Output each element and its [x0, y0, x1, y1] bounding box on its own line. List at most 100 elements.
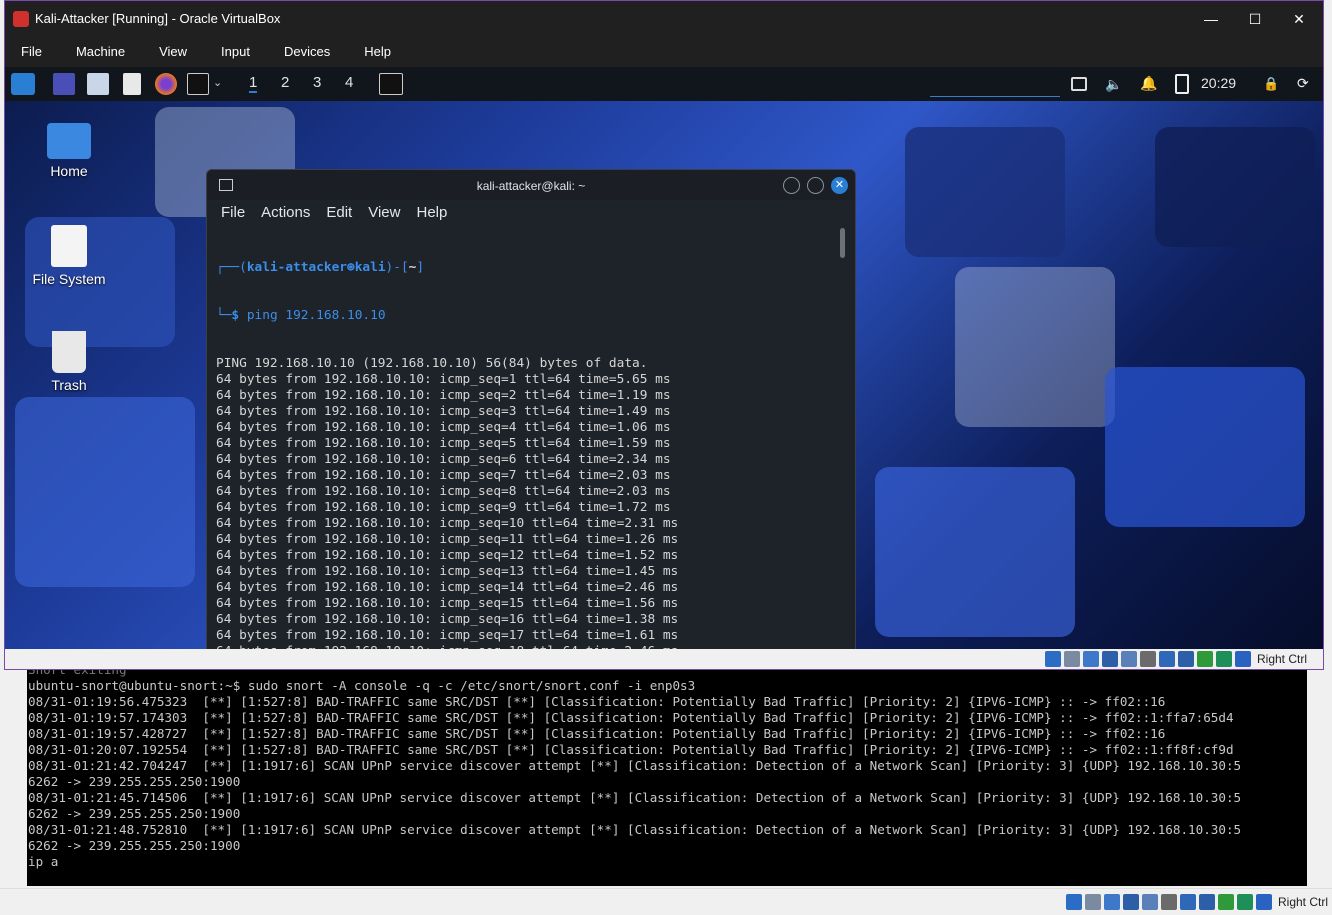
maximize-button[interactable]: ☐: [1233, 7, 1277, 31]
mouse-integration-icon[interactable]: [1216, 651, 1232, 667]
kali-desktop[interactable]: ⌄ 1 2 3 4 🔈 🔔 20:29 🔒 ⟳ Home File System: [5, 67, 1323, 649]
prompt-at: ⊛: [347, 260, 355, 275]
cpu-icon[interactable]: [1197, 651, 1213, 667]
terminal-menu-file[interactable]: File: [221, 204, 245, 221]
snort-console[interactable]: Snort exitingubuntu-snort@ubuntu-snort:~…: [27, 660, 1307, 886]
terminal-line: PING 192.168.10.10 (192.168.10.10) 56(84…: [216, 356, 648, 371]
recording-icon[interactable]: [1199, 894, 1215, 910]
wallpaper-cube: [955, 267, 1115, 427]
kali-menu-icon[interactable]: [11, 73, 35, 95]
terminal-line: 64 bytes from 192.168.10.10: icmp_seq=7 …: [216, 468, 671, 483]
terminal-line: 64 bytes from 192.168.10.10: icmp_seq=13…: [216, 564, 679, 579]
workspace-4[interactable]: 4: [345, 74, 353, 91]
console-line: 08/31-01:20:07.192554 [**] [1:527:8] BAD…: [28, 742, 1234, 757]
firefox-icon[interactable]: [155, 73, 177, 95]
close-button[interactable]: ✕: [1277, 7, 1321, 31]
menu-help[interactable]: Help: [364, 44, 391, 59]
console-line: 6262 -> 239.255.255.250:1900: [28, 838, 241, 853]
terminal-line: 64 bytes from 192.168.10.10: icmp_seq=17…: [216, 628, 679, 643]
menu-view[interactable]: View: [159, 44, 187, 59]
usb-icon[interactable]: [1121, 651, 1137, 667]
hard-disk-icon[interactable]: [1066, 894, 1082, 910]
wallpaper-cube: [875, 467, 1075, 637]
console-line: 08/31-01:21:42.704247 [**] [1:1917:6] SC…: [28, 758, 1242, 773]
workspace-1[interactable]: 1: [249, 74, 258, 93]
chevron-down-icon[interactable]: ⌄: [213, 76, 223, 90]
terminal-menu-help[interactable]: Help: [416, 204, 447, 221]
terminal-maximize-button[interactable]: [807, 177, 824, 194]
network-icon[interactable]: [1102, 651, 1118, 667]
workspace-2[interactable]: 2: [281, 74, 289, 91]
console-line: ip a: [28, 854, 59, 869]
terminal-menu-actions[interactable]: Actions: [261, 204, 310, 221]
audio-icon[interactable]: [1083, 651, 1099, 667]
wallpaper-cube: [1155, 127, 1315, 247]
workspace-3[interactable]: 3: [313, 74, 321, 91]
terminal-menu-view[interactable]: View: [368, 204, 400, 221]
terminal-close-button[interactable]: ✕: [831, 177, 848, 194]
menu-machine[interactable]: Machine: [76, 44, 125, 59]
virtualbox-window: Kali-Attacker [Running] - Oracle Virtual…: [4, 0, 1324, 670]
terminal-output[interactable]: ┌──(kali-attacker⊛kali)-[~] └─$ ping 192…: [216, 228, 836, 649]
display-icon[interactable]: [1159, 651, 1175, 667]
audio-icon[interactable]: [1104, 894, 1120, 910]
wallpaper-cube: [905, 127, 1065, 257]
optical-drive-icon[interactable]: [1085, 894, 1101, 910]
menu-input[interactable]: Input: [221, 44, 250, 59]
minimize-button[interactable]: —: [1189, 7, 1233, 31]
drive-icon: [51, 225, 87, 267]
desktop-icon-label: File System: [32, 271, 106, 287]
terminal-command: ping 192.168.10.10: [246, 308, 386, 323]
vbox-title-bar[interactable]: Kali-Attacker [Running] - Oracle Virtual…: [5, 1, 1323, 35]
terminal-line: 64 bytes from 192.168.10.10: icmp_seq=15…: [216, 596, 679, 611]
display-icon[interactable]: [1180, 894, 1196, 910]
terminal-minimize-button[interactable]: [783, 177, 800, 194]
volume-icon[interactable]: 🔈: [1105, 76, 1122, 92]
desktop-icon-label: Trash: [51, 377, 87, 393]
shared-folders-icon[interactable]: [1161, 894, 1177, 910]
terminal-window[interactable]: kali-attacker@kali: ~ ✕ File Actions Edi…: [206, 169, 856, 649]
desktop-icon-home[interactable]: Home: [19, 123, 119, 179]
terminal-line: 64 bytes from 192.168.10.10: icmp_seq=9 …: [216, 500, 671, 515]
battery-icon[interactable]: [1175, 74, 1189, 94]
file-manager-icon[interactable]: [87, 73, 109, 95]
logout-icon[interactable]: ⟳: [1297, 75, 1313, 91]
lock-screen-icon[interactable]: 🔒: [1263, 76, 1279, 92]
notification-bell-icon[interactable]: 🔔: [1140, 75, 1157, 91]
vbox-menu-bar: File Machine View Input Devices Help: [5, 35, 1323, 67]
console-line: 08/31-01:19:56.475323 [**] [1:527:8] BAD…: [28, 694, 1166, 709]
cpu-icon[interactable]: [1218, 894, 1234, 910]
mouse-integration-icon[interactable]: [1237, 894, 1253, 910]
terminal-launcher-icon[interactable]: [187, 73, 209, 95]
terminal-title-bar[interactable]: kali-attacker@kali: ~ ✕: [207, 170, 855, 200]
usb-icon[interactable]: [1142, 894, 1158, 910]
keyboard-capture-icon[interactable]: [1256, 894, 1272, 910]
network-icon[interactable]: [1123, 894, 1139, 910]
cpu-graph-icon: [930, 85, 1060, 97]
panel-clock[interactable]: 20:29: [1201, 75, 1236, 91]
terminal-scrollbar[interactable]: [840, 228, 845, 258]
show-desktop-icon[interactable]: [53, 73, 75, 95]
virtualbox-logo-icon: [13, 11, 29, 27]
hard-disk-icon[interactable]: [1045, 651, 1061, 667]
text-editor-icon[interactable]: [123, 73, 141, 95]
terminal-line: 64 bytes from 192.168.10.10: icmp_seq=12…: [216, 548, 679, 563]
menu-file[interactable]: File: [21, 44, 42, 59]
console-line: ubuntu-snort@ubuntu-snort:~$ sudo snort …: [28, 678, 696, 693]
desktop-icon-trash[interactable]: Trash: [19, 331, 119, 393]
terminal-line: 64 bytes from 192.168.10.10: icmp_seq=4 …: [216, 420, 671, 435]
keyboard-capture-icon[interactable]: [1235, 651, 1251, 667]
terminal-line: 64 bytes from 192.168.10.10: icmp_seq=10…: [216, 516, 679, 531]
optical-drive-icon[interactable]: [1064, 651, 1080, 667]
shared-folders-icon[interactable]: [1140, 651, 1156, 667]
terminal-title: kali-attacker@kali: ~: [476, 179, 586, 193]
terminal-line: 64 bytes from 192.168.10.10: icmp_seq=3 …: [216, 404, 671, 419]
desktop-icon-file-system[interactable]: File System: [19, 225, 119, 287]
host-key-label: Right Ctrl: [1257, 652, 1308, 666]
recording-icon[interactable]: [1178, 651, 1194, 667]
terminal-line: 64 bytes from 192.168.10.10: icmp_seq=5 …: [216, 436, 671, 451]
menu-devices[interactable]: Devices: [284, 44, 330, 59]
window-list-icon[interactable]: [1071, 77, 1087, 91]
terminal-menu-edit[interactable]: Edit: [326, 204, 352, 221]
taskbar-terminal-icon[interactable]: [379, 73, 403, 95]
